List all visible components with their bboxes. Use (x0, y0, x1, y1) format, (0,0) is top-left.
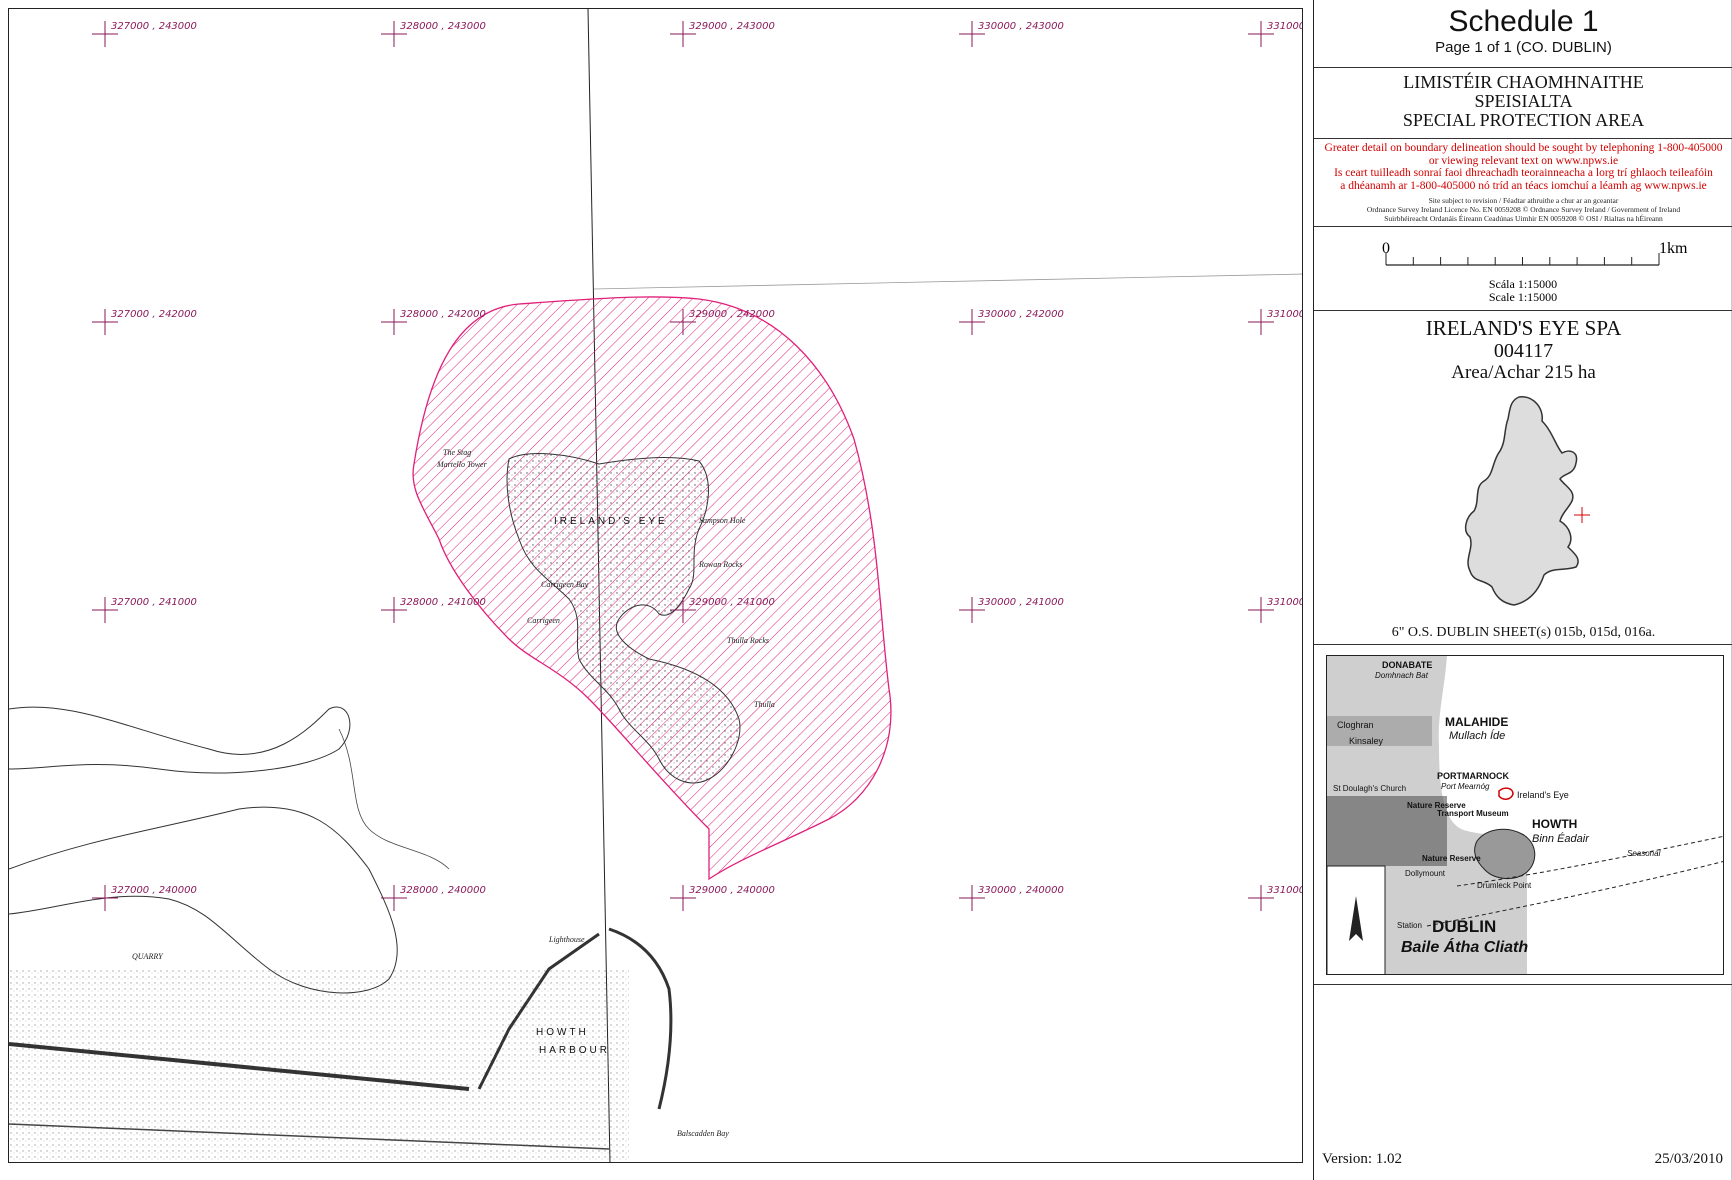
inset-block: DONABATE Domhnach Bat MALAHIDE Mullach Í… (1314, 645, 1732, 985)
label-balscadden-bay: Balscadden Bay (677, 1129, 729, 1138)
grid-label: 329000 , 242000 (689, 309, 775, 320)
notice-text: Greater detail on boundary delineation s… (1324, 142, 1723, 154)
inset-spa-marker (1498, 787, 1514, 800)
label-irelands-eye: IRELAND'S EYE (554, 516, 668, 527)
copyright-text: Suirbhéireacht Ordanáis Éireann Ceadúnas… (1384, 214, 1663, 223)
grid-label: 331000 , (1267, 597, 1303, 608)
notice-text: a dhéanamh ar 1-800-405000 nó tríd an té… (1340, 179, 1707, 192)
label-harbour: HARBOUR (539, 1045, 610, 1056)
designation-block: LIMISTÉIR CHAOMHNAITHE SPEISIALTA SPECIA… (1314, 68, 1732, 139)
county-dublin-outline (1464, 396, 1579, 606)
inset-label: Station (1397, 921, 1422, 930)
scale-zero-label: 0 (1382, 240, 1390, 257)
grid-label: 328000 , 243000 (400, 21, 486, 32)
inset-label: Seasonal (1627, 849, 1661, 858)
label-howth: HOWTH (536, 1027, 589, 1038)
copyright-text: Ordnance Survey Ireland Licence No. EN 0… (1366, 205, 1681, 214)
inset-label: Nature Reserve (1422, 854, 1481, 863)
grid-label: 327000 , 241000 (111, 597, 197, 608)
inset-label: Binn Éadair (1532, 832, 1590, 845)
inset-canvas: DONABATE Domhnach Bat MALAHIDE Mullach Í… (1327, 656, 1723, 974)
inset-label: Drumleck Point (1477, 881, 1532, 890)
grid-label: 330000 , 243000 (978, 21, 1064, 32)
county-locator-map (1464, 396, 1590, 606)
inset-label: Mullach Íde (1449, 729, 1505, 742)
label-thulla: Thulla (754, 700, 775, 709)
schedule-title: Schedule 1 (1448, 5, 1599, 38)
inset-label: DUBLIN (1432, 917, 1496, 936)
coastline (9, 806, 398, 994)
os-sheets: 6" O.S. DUBLIN SHEET(s) 015b, 015d, 016a… (1391, 625, 1656, 640)
inset-label: Dollymount (1405, 869, 1446, 878)
grid-label: 330000 , 240000 (978, 885, 1064, 896)
notice-text: or viewing relevant text on www.npws.ie (1428, 154, 1619, 167)
inset-label: Kinsaley (1349, 736, 1384, 746)
grid-label: 327000 , 242000 (111, 309, 197, 320)
legend-panel: Schedule 1 Page 1 of 1 (CO. DUBLIN) LIMI… (1313, 0, 1732, 1180)
site-code: 004117 (1493, 340, 1554, 362)
label-rowan-rocks: Rowan Rocks (698, 560, 742, 569)
grid-label: 331000 , (1267, 309, 1303, 320)
label-martello-tower: Martello Tower (436, 460, 488, 469)
scale-bar: 0 1km Scála 1:15000 Scale 1:15000 (1382, 240, 1688, 304)
copyright-text: Site subject to revision / Féadtar athru… (1428, 196, 1619, 205)
date-text: 25/03/2010 (1654, 1151, 1723, 1167)
site-name: IRELAND'S EYE SPA (1425, 316, 1622, 340)
inset-label: PORTMARNOCK (1437, 771, 1509, 781)
site-area: Area/Achar 215 ha (1451, 362, 1596, 383)
label-thulla-rocks: Thulla Rocks (727, 636, 769, 645)
inset-label: Baile Átha Cliath (1401, 937, 1528, 956)
map-canvas: 327000 , 243000 328000 , 243000 329000 ,… (9, 9, 1303, 1162)
inset-location-map[interactable]: DONABATE Domhnach Bat MALAHIDE Mullach Í… (1326, 655, 1724, 975)
inset-label: Transport Museum (1437, 809, 1509, 818)
grid-label: 329000 , 243000 (689, 21, 775, 32)
notice-text: Is ceart tuilleadh sonraí faoi dhreachad… (1334, 167, 1713, 179)
grid-label: 327000 , 240000 (111, 885, 197, 896)
main-map[interactable]: 327000 , 243000 328000 , 243000 329000 ,… (8, 8, 1303, 1163)
grid-label: 329000 , 241000 (689, 597, 775, 608)
inset-label: MALAHIDE (1445, 715, 1508, 729)
inset-label: DONABATE (1382, 660, 1432, 670)
schedule-header: Schedule 1 Page 1 of 1 (CO. DUBLIN) (1314, 0, 1732, 68)
inset-label: Ireland's Eye (1517, 790, 1569, 800)
inset-label: Domhnach Bat (1375, 671, 1429, 680)
sheet-boundary-line (593, 273, 1302, 290)
inset-label: HOWTH (1532, 817, 1577, 831)
town-area (9, 969, 629, 1162)
scale-english: Scale 1:15000 (1489, 290, 1557, 304)
sandbar-outline (9, 706, 351, 774)
inset-label: Cloghran (1337, 720, 1374, 730)
designation-line: SPECIAL PROTECTION AREA (1402, 110, 1645, 130)
scale-irish: Scála 1:15000 (1489, 277, 1557, 291)
coastline (338, 728, 450, 870)
inset-label: Port Mearnóg (1441, 782, 1490, 791)
grid-label: 327000 , 243000 (111, 21, 197, 32)
version-text: Version: 1.02 (1322, 1151, 1402, 1167)
label-the-stag: The Stag (443, 448, 471, 457)
label-sampson-hole: Sampson Hole (699, 516, 746, 525)
label-carrigeen: Carrigeen (527, 616, 560, 625)
scale-end-label: 1km (1659, 240, 1688, 257)
grid-label: 330000 , 241000 (978, 597, 1064, 608)
grid-label: 328000 , 241000 (400, 597, 486, 608)
grid-label: 331000 , (1267, 21, 1303, 32)
label-quarry: QUARRY (132, 952, 164, 961)
inset-label: St Doulagh's Church (1333, 784, 1406, 793)
footer-block: Version: 1.02 25/03/2010 (1314, 985, 1732, 1180)
schedule-page: Page 1 of 1 (CO. DUBLIN) (1435, 39, 1612, 56)
label-carrigeen-bay: Carrigeen Bay (541, 580, 589, 589)
grid-label: 330000 , 242000 (978, 309, 1064, 320)
label-lighthouse: Lighthouse (548, 935, 585, 944)
site-info-block: IRELAND'S EYE SPA 004117 Area/Achar 215 … (1314, 311, 1732, 645)
designation-line: LIMISTÉIR CHAOMHNAITHE (1403, 72, 1644, 92)
grid-label: 328000 , 240000 (400, 885, 486, 896)
scale-block: 0 1km Scála 1:15000 Scale 1:15000 (1314, 227, 1732, 311)
designation-line: SPEISIALTA (1474, 91, 1573, 111)
notice-block: Greater detail on boundary delineation s… (1314, 139, 1732, 227)
grid-label: 331000 , (1267, 885, 1303, 896)
grid-label: 328000 , 242000 (400, 309, 486, 320)
grid-label: 329000 , 240000 (689, 885, 775, 896)
